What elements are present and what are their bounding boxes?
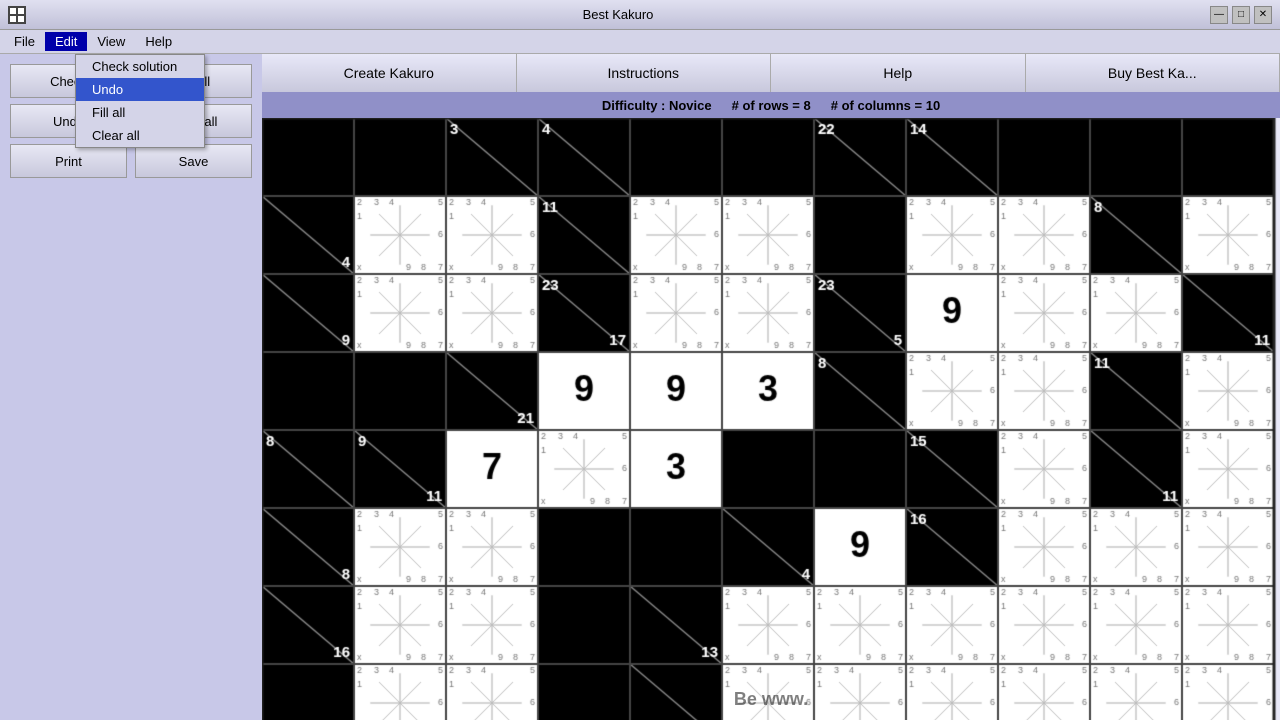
menu-edit[interactable]: Edit — [45, 32, 87, 51]
dropdown-check[interactable]: Check solution — [76, 55, 204, 78]
dropdown-clearall[interactable]: Clear all — [76, 124, 204, 147]
close-button[interactable]: ✕ — [1254, 6, 1272, 24]
nav-bar: Create Kakuro Instructions Help Buy Best… — [262, 54, 1280, 92]
watermark: Be www. — [734, 689, 808, 710]
print-button[interactable]: Print — [10, 144, 127, 178]
save-button[interactable]: Save — [135, 144, 252, 178]
dropdown-fillall[interactable]: Fill all — [76, 101, 204, 124]
minimize-button[interactable]: — — [1210, 6, 1228, 24]
dropdown-undo[interactable]: Undo — [76, 78, 204, 101]
edit-dropdown-menu: Check solution Undo Fill all Clear all — [75, 54, 205, 148]
app-icon — [8, 6, 26, 24]
help-button[interactable]: Help — [771, 54, 1026, 92]
cols-label: # of columns = 10 — [831, 98, 940, 113]
title-bar: Best Kakuro — □ ✕ — [0, 0, 1280, 30]
menu-bar: File Edit View Help Check solution Undo … — [0, 30, 1280, 54]
menu-help[interactable]: Help — [135, 32, 182, 51]
instructions-button[interactable]: Instructions — [517, 54, 772, 92]
menu-view[interactable]: View — [87, 32, 135, 51]
toolbar-area: Check Fill all Undo Clear all Print Save — [0, 54, 262, 720]
menu-file[interactable]: File — [4, 32, 45, 51]
info-bar: Difficulty : Novice # of rows = 8 # of c… — [262, 92, 1280, 118]
puzzle-area: Difficulty : Novice # of rows = 8 # of c… — [262, 92, 1280, 720]
rows-label: # of rows = 8 — [732, 98, 811, 113]
grid-container: Be www. — [262, 118, 1280, 720]
difficulty-label: Difficulty : Novice — [602, 98, 712, 113]
toolbar-row-3: Print Save — [10, 144, 252, 178]
maximize-button[interactable]: □ — [1232, 6, 1250, 24]
create-kakuro-button[interactable]: Create Kakuro — [262, 54, 517, 92]
buy-button[interactable]: Buy Best Ka... — [1026, 54, 1280, 92]
window-title: Best Kakuro — [26, 7, 1210, 22]
window-controls: — □ ✕ — [1210, 6, 1272, 24]
